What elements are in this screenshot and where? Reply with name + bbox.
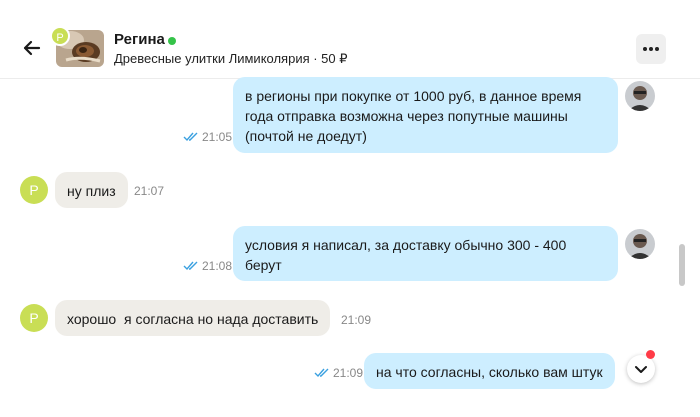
my-avatar	[625, 81, 655, 111]
chat-header: P Регина Древесные улитки Лимиколярия · …	[0, 0, 700, 78]
double-check-icon	[314, 368, 329, 378]
message-line: ну плиз	[67, 183, 116, 199]
message-meta: 21:07	[134, 184, 164, 198]
message-line: условия я написал, за доставку обычно 30…	[245, 237, 567, 253]
message-line: хорошо я согласна но нада доставить	[67, 311, 319, 327]
user-name[interactable]: Регина	[114, 31, 165, 48]
listing-title[interactable]: Древесные улитки Лимиколярия · 50 ₽	[114, 51, 348, 67]
double-check-icon	[183, 132, 198, 142]
outgoing-message[interactable]: условия я написал, за доставку обычно 30…	[233, 226, 618, 281]
scroll-to-bottom-button[interactable]	[627, 355, 655, 383]
message-time: 21:07	[134, 184, 165, 198]
arrow-left-icon	[23, 40, 41, 56]
sender-avatar: P	[20, 176, 48, 204]
my-avatar	[625, 229, 655, 259]
unread-indicator	[646, 350, 655, 359]
message-line: (почтой не доедут)	[245, 128, 367, 144]
user-avatar: P	[50, 26, 70, 46]
message-time: 21:09	[333, 366, 364, 380]
more-options-button[interactable]	[636, 34, 666, 64]
message-line: года отправка возможна через попутные ма…	[245, 108, 568, 124]
outgoing-message[interactable]: в регионы при покупке от 1000 руб, в дан…	[233, 77, 618, 153]
message-meta: 21:09	[314, 366, 363, 380]
chevron-down-icon	[635, 366, 647, 373]
message-line: на что согласны, сколько вам штук	[376, 364, 603, 380]
message-meta: 21:08	[183, 259, 232, 273]
message-time: 21:05	[202, 130, 233, 144]
message-meta: 21:09	[341, 313, 371, 327]
profile-photo	[625, 81, 655, 111]
message-line: берут	[245, 257, 282, 273]
more-dots-icon	[643, 47, 647, 51]
double-check-icon	[183, 261, 198, 271]
back-button[interactable]	[20, 36, 44, 60]
message-time: 21:08	[202, 259, 233, 273]
incoming-message[interactable]: ну плиз	[55, 172, 128, 208]
profile-photo	[625, 229, 655, 259]
message-line: в регионы при покупке от 1000 руб, в дан…	[245, 88, 582, 104]
scrollbar-thumb[interactable]	[679, 244, 685, 286]
sender-avatar: P	[20, 304, 48, 332]
incoming-message[interactable]: хорошо я согласна но нада доставить	[55, 300, 331, 336]
message-meta: 21:05	[183, 130, 232, 144]
outgoing-message[interactable]: на что согласны, сколько вам штук	[364, 353, 615, 389]
message-time: 21:09	[341, 313, 372, 327]
online-indicator	[168, 37, 176, 45]
